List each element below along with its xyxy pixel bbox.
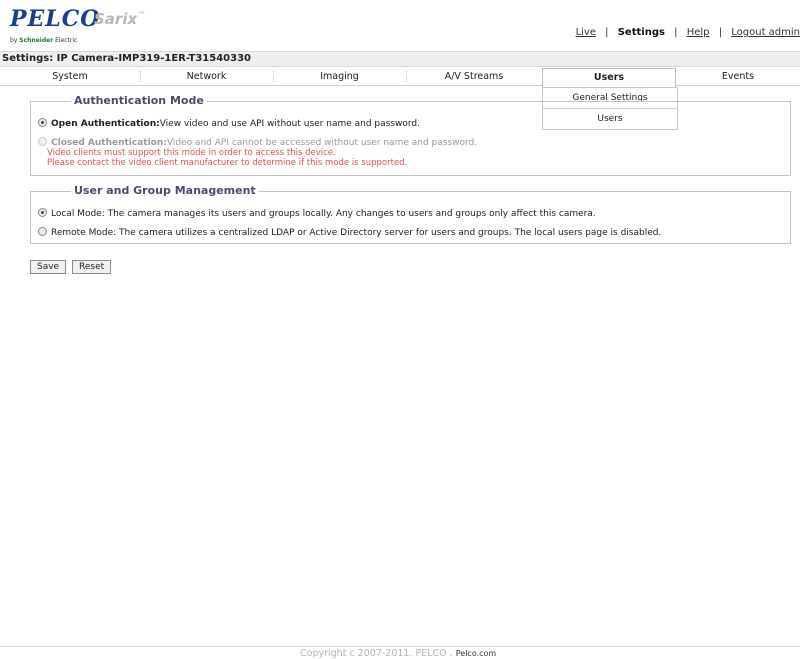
tab-imaging[interactable]: Imaging (273, 68, 406, 85)
nav-live-link[interactable]: Live (576, 27, 596, 38)
local-mode-radio[interactable] (38, 208, 47, 217)
tab-av-streams[interactable]: A/V Streams (406, 68, 542, 85)
reset-button[interactable]: Reset (72, 260, 112, 274)
local-mode-label: Local Mode: The camera manages its users… (51, 209, 596, 219)
byline-suffix: Electric (55, 37, 78, 44)
settings-title-bar: Settings: IP Camera-IMP319-1ER-T31540330 (0, 51, 800, 67)
tab-network[interactable]: Network (140, 68, 273, 85)
user-group-management-legend: User and Group Management (71, 184, 259, 197)
remote-mode-option[interactable]: Remote Mode: The camera utilizes a centr… (38, 227, 661, 238)
open-authentication-option[interactable]: Open Authentication:View video and use A… (38, 118, 420, 129)
remote-mode-label: Remote Mode: The camera utilizes a centr… (51, 228, 662, 238)
byline-company: Schneider (19, 37, 54, 44)
closed-authentication-label: Closed Authentication: (51, 138, 167, 148)
nav-help-link[interactable]: Help (687, 27, 710, 38)
closed-authentication-radio (38, 137, 47, 146)
nav-logout-link[interactable]: Logout admin (731, 27, 800, 38)
copyright-separator: . (449, 648, 453, 659)
footer-copyright: Copyright c 2007-2011. PELCO . Pelco.com (300, 648, 496, 659)
save-button[interactable]: Save (30, 260, 67, 274)
authentication-mode-legend: Authentication Mode (71, 94, 207, 107)
pelco-logo: PELCO (10, 6, 101, 32)
copyright-text: Copyright c 2007-2011. PELCO (300, 648, 447, 659)
closed-authentication-option: Closed Authentication:Video and API cann… (38, 137, 477, 148)
closed-auth-warning-1: Video clients must support this mode in … (47, 148, 336, 158)
page-title: Settings: IP Camera-IMP319-1ER-T31540330 (2, 53, 252, 64)
closed-auth-warning-2: Please contact the video client manufact… (47, 158, 408, 168)
header: PELCO Sarix™ by Schneider Electric Live … (0, 0, 800, 50)
tab-bar: System Network Imaging A/V Streams Users… (0, 68, 800, 87)
tab-system[interactable]: System (0, 68, 140, 85)
open-authentication-radio[interactable] (38, 118, 47, 127)
logo-byline: by Schneider Electric (10, 37, 77, 44)
remote-mode-radio[interactable] (38, 227, 47, 236)
byline-prefix: by (10, 37, 18, 44)
tab-users[interactable]: Users (542, 68, 676, 87)
footer-divider (0, 646, 800, 647)
nav-settings[interactable]: Settings (618, 27, 665, 38)
product-name: Sarix (94, 10, 138, 28)
closed-authentication-desc: Video and API cannot be accessed without… (166, 138, 478, 148)
open-authentication-label: Open Authentication: (51, 119, 160, 129)
user-group-management-fieldset: User and Group Management Local Mode: Th… (30, 184, 791, 244)
nav-separator: | (718, 27, 723, 38)
nav-separator: | (674, 27, 678, 38)
tab-events[interactable]: Events (676, 68, 800, 85)
nav-separator: | (605, 27, 609, 38)
trademark: ™ (137, 11, 147, 21)
local-mode-option[interactable]: Local Mode: The camera manages its users… (38, 208, 596, 219)
top-nav: Live | Settings | Help | Logout admin (576, 27, 800, 38)
pelco-website-link[interactable]: Pelco.com (456, 649, 496, 658)
sarix-logo: Sarix™ (94, 10, 146, 28)
open-authentication-desc: View video and use API without user name… (159, 119, 420, 129)
